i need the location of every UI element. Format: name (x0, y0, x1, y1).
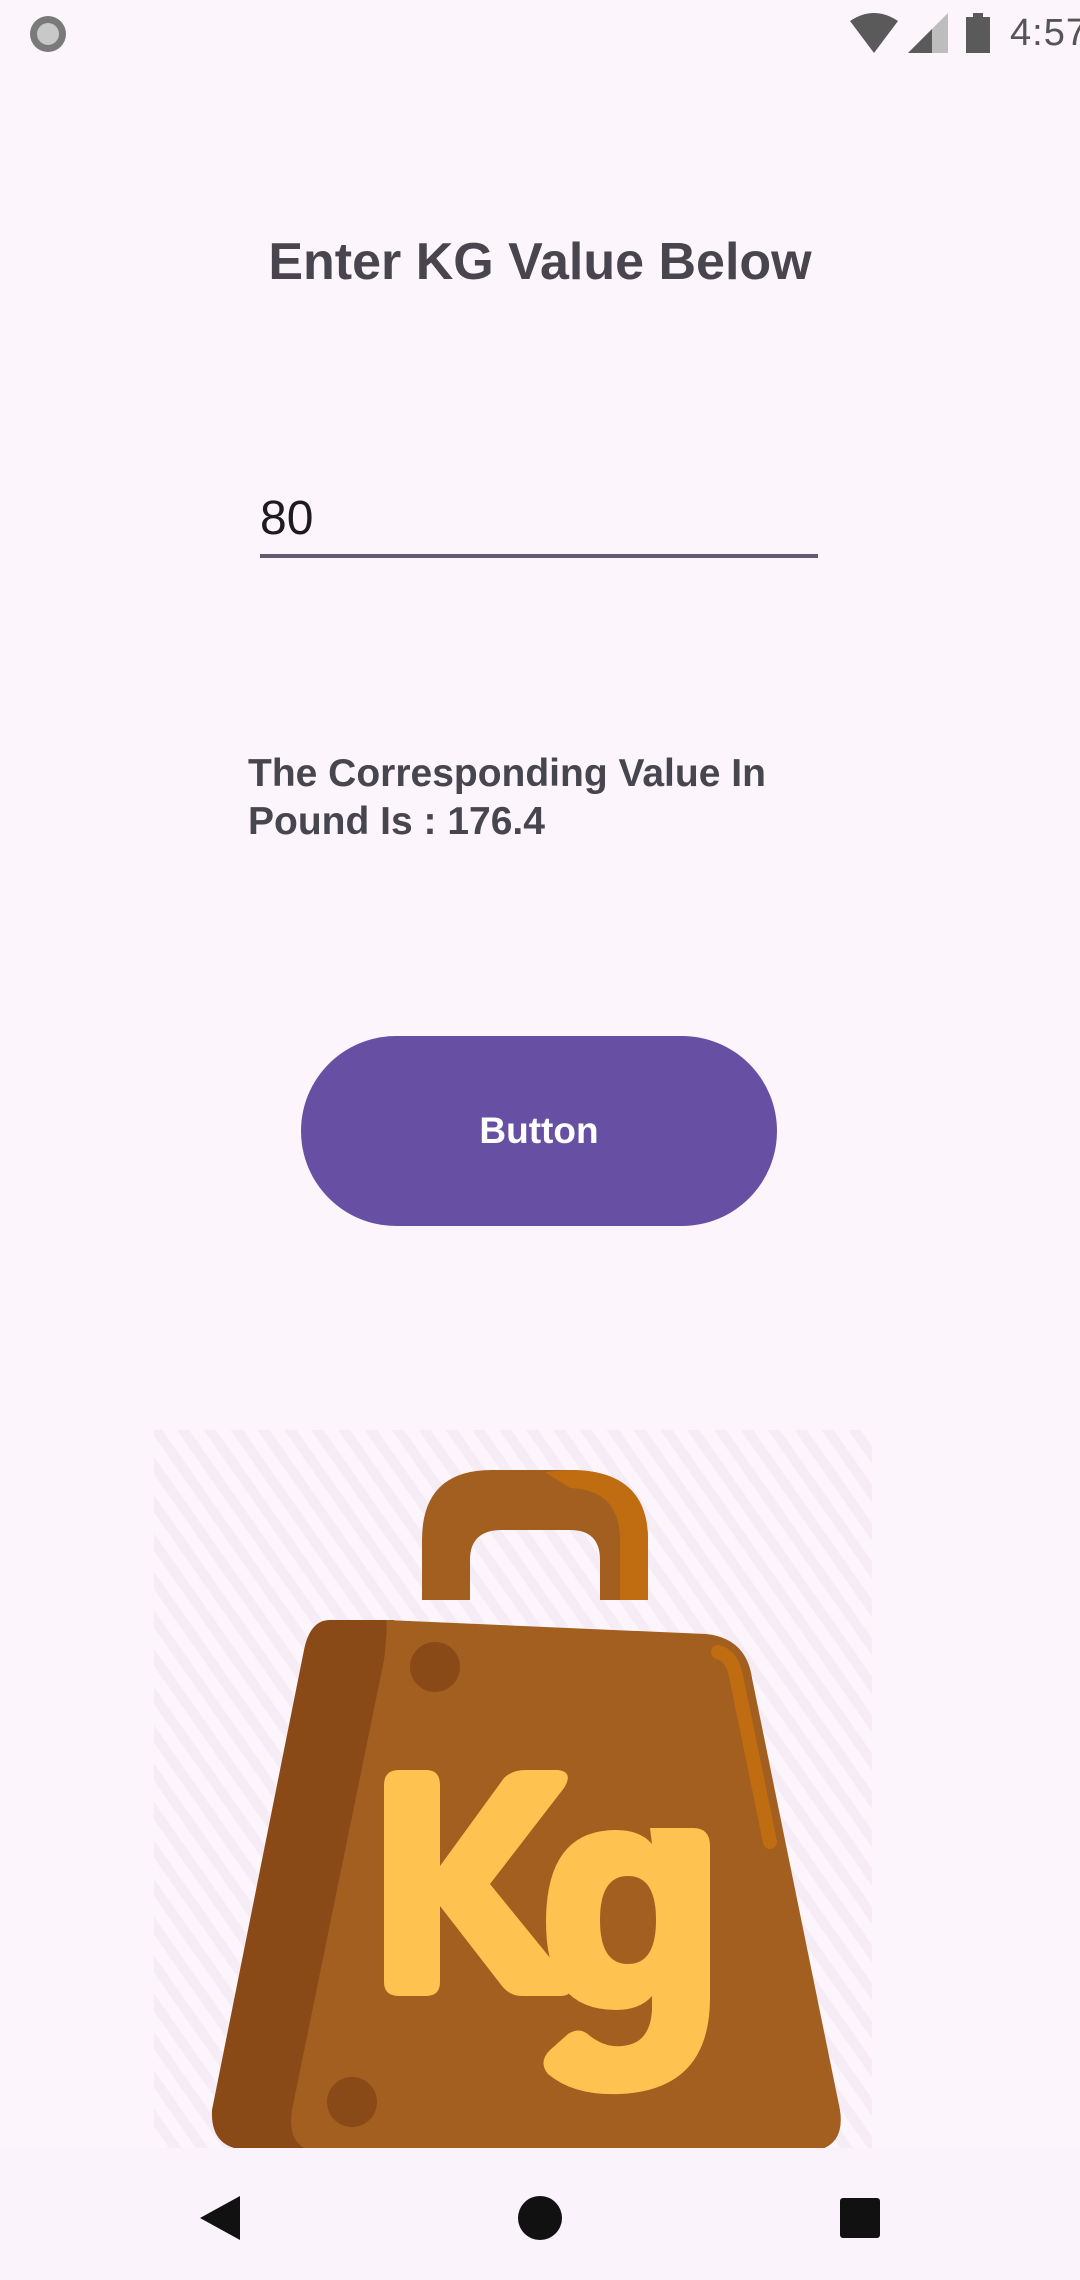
back-icon[interactable] (180, 2178, 260, 2258)
record-icon (28, 14, 68, 54)
battery-icon (964, 13, 992, 53)
result-text: The Corresponding Value In Pound Is : 17… (248, 752, 766, 843)
recents-icon[interactable] (820, 2178, 900, 2258)
app-screen: 4:57 Enter KG Value Below The Correspond… (0, 0, 1080, 2280)
home-icon[interactable] (500, 2178, 580, 2258)
kg-input-container (260, 482, 818, 564)
page-title: Enter KG Value Below (268, 233, 812, 291)
status-bar: 4:57 (0, 0, 1080, 66)
kg-input[interactable] (260, 482, 818, 558)
convert-button[interactable]: Button (301, 1036, 777, 1226)
kg-weight-icon (150, 1430, 890, 2150)
navigation-bar (0, 2148, 1080, 2280)
wifi-icon (848, 13, 900, 53)
signal-icon (908, 13, 948, 53)
clock: 4:57 (1010, 11, 1080, 54)
